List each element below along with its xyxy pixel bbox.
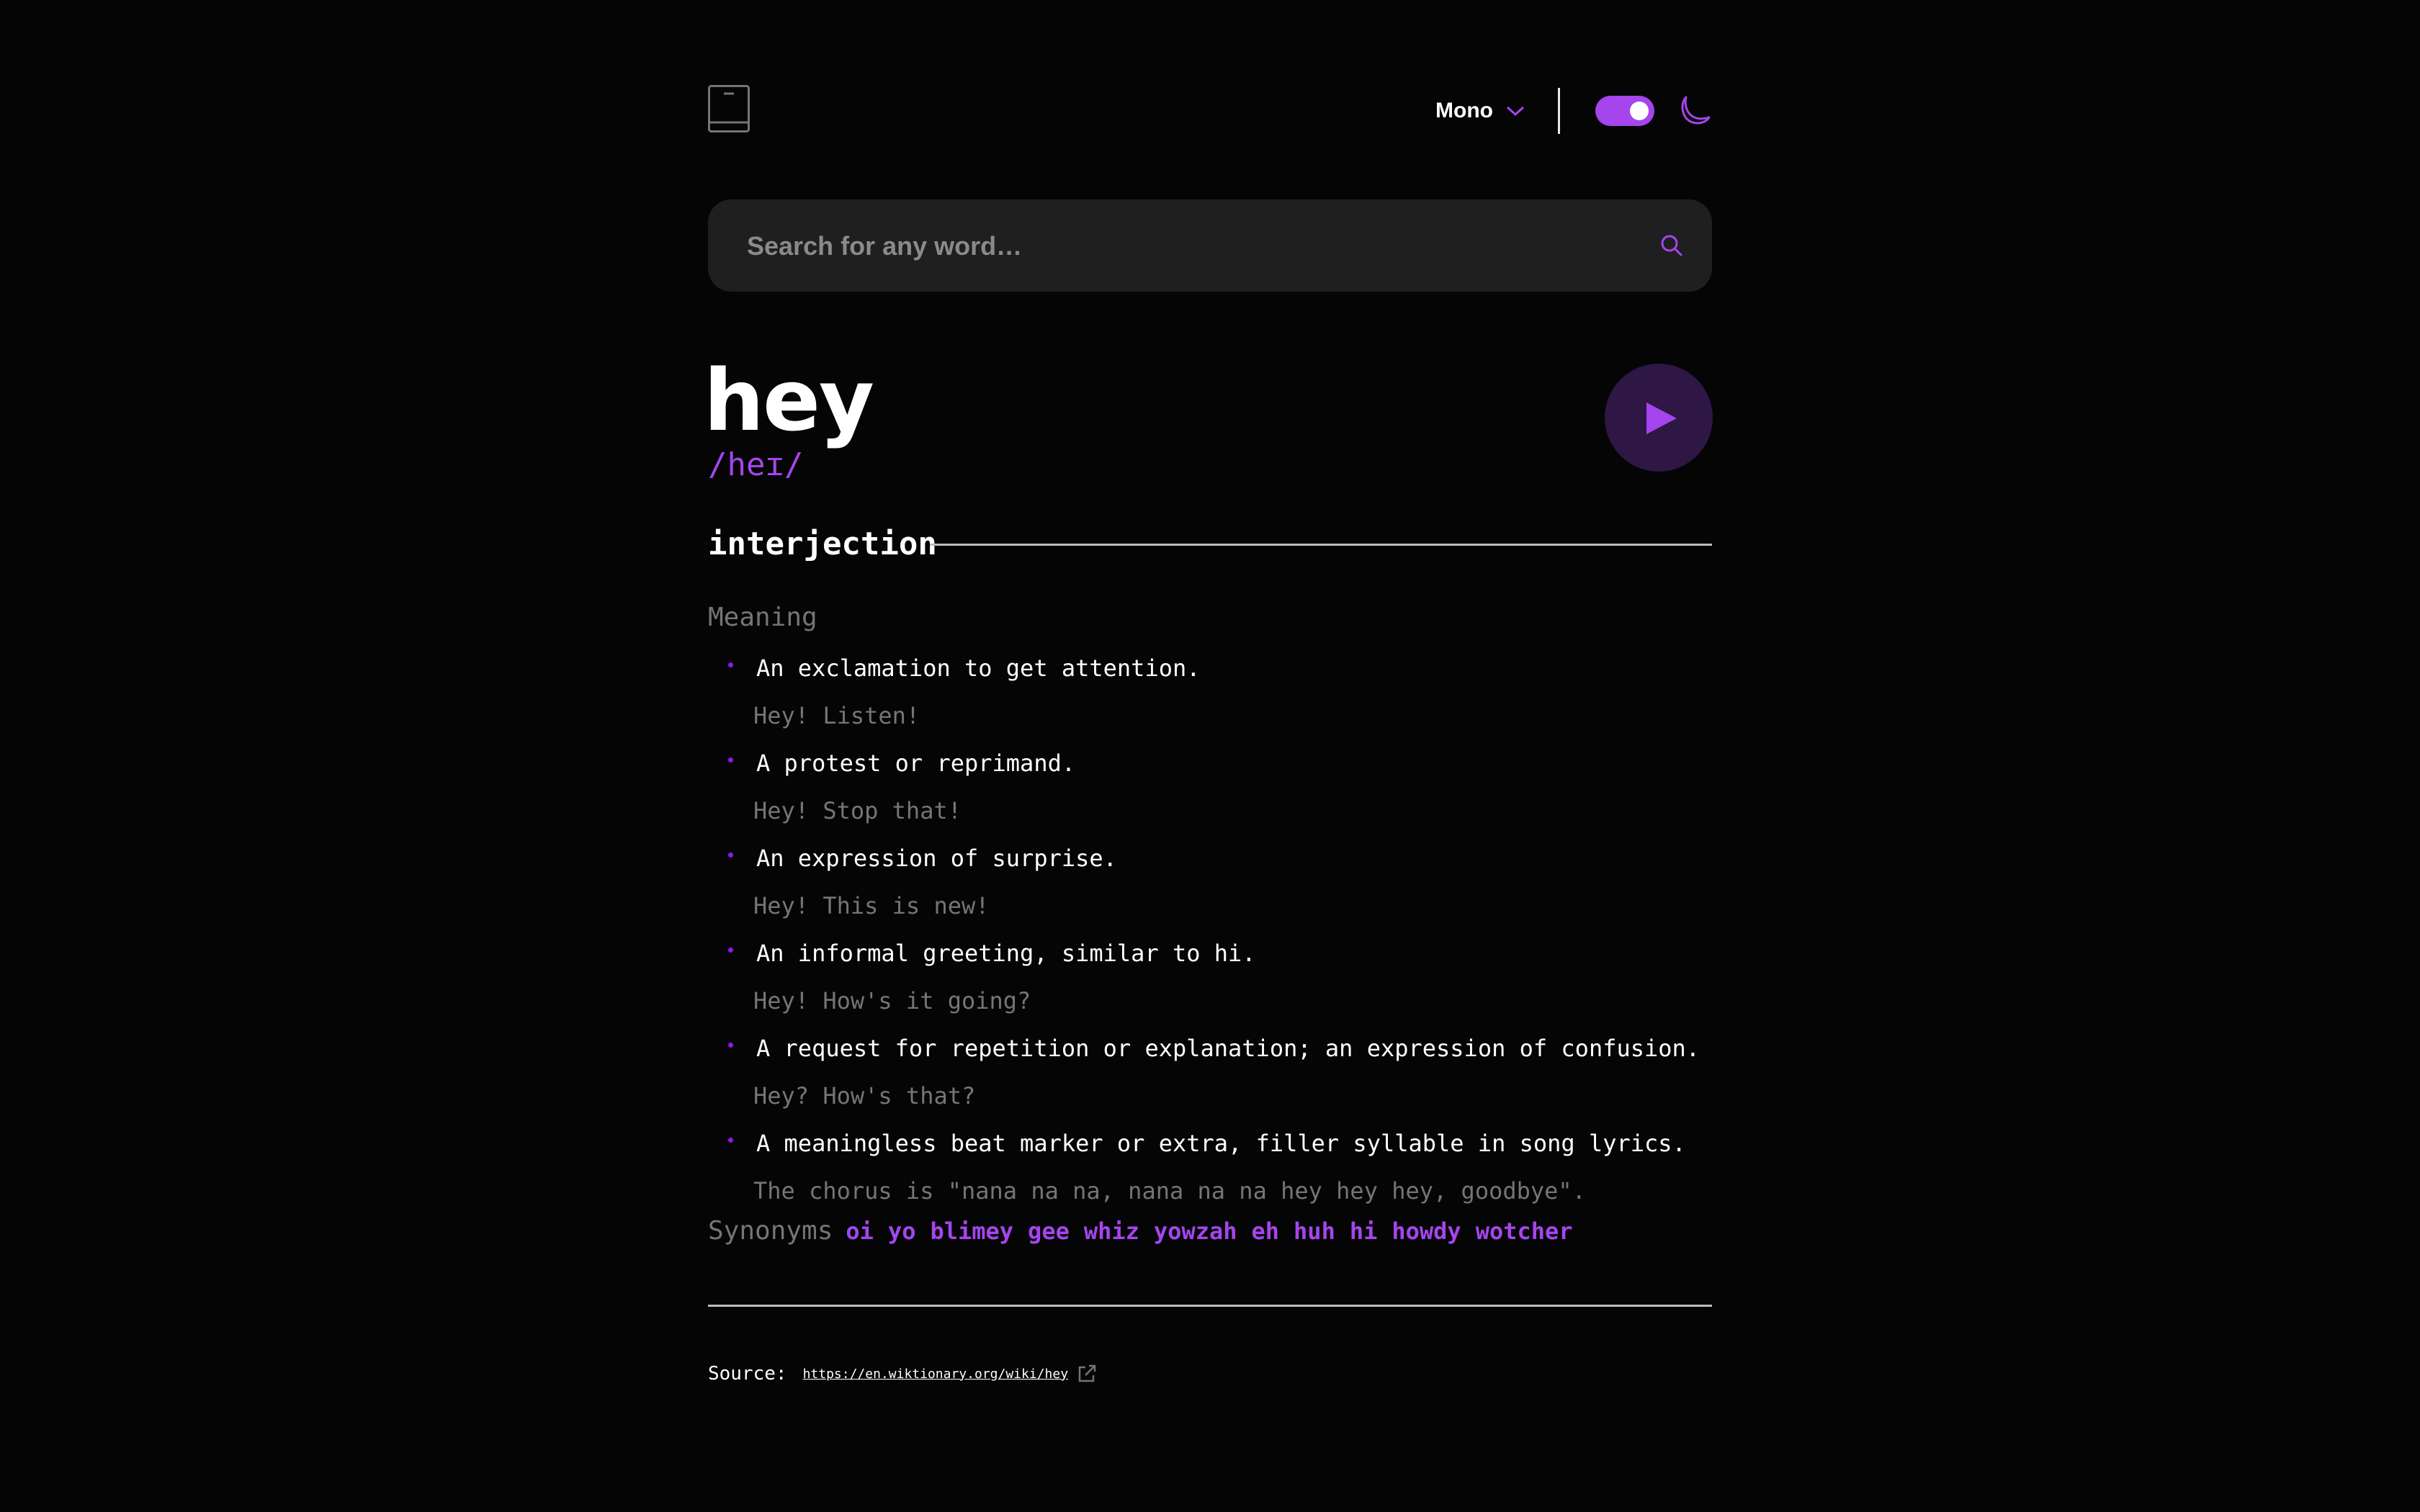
source-link[interactable]: https://en.wiktionary.org/wiki/hey [803,1367,1068,1382]
definition-text: An exclamation to get attention. [756,654,1201,682]
definition-text: A meaningless beat marker or extra, fill… [756,1130,1686,1157]
definition-item: A meaningless beat marker or extra, fill… [708,1120,1712,1215]
font-selector[interactable]: Mono [1435,96,1525,125]
synonym-link[interactable]: oi [846,1214,874,1248]
bullet [728,662,733,667]
definition-example: The chorus is "nana na na, nana na na he… [753,1177,1586,1205]
word-title: hey [704,351,874,450]
synonym-link[interactable]: yowzah [1154,1214,1237,1248]
bullet [728,1138,733,1143]
moon-icon[interactable] [1680,93,1713,126]
synonyms-label: Synonyms [708,1216,833,1246]
definition-text: An expression of surprise. [756,845,1117,872]
toggle-knob [1630,102,1649,120]
synonym-link[interactable]: hi [1350,1214,1378,1248]
play-icon [1646,402,1677,434]
synonym-link[interactable]: huh [1294,1214,1335,1248]
definition-example: Hey! Listen! [753,702,920,729]
external-link-icon[interactable] [1077,1364,1097,1384]
synonym-link[interactable]: wotcher [1476,1214,1573,1248]
definition-example: Hey! How's it going? [753,987,1031,1014]
definition-example: Hey! This is new! [753,892,990,919]
meaning-label: Meaning [708,603,817,632]
phonetic: /heɪ/ [708,446,804,483]
chevron-down-icon [1506,106,1524,117]
definition-list: An exclamation to get attention. Hey! Li… [708,645,1712,1215]
definition-item: A request for repetition or explanation;… [708,1025,1712,1120]
definition-text: A protest or reprimand. [756,750,1076,777]
synonym-link[interactable]: howdy [1392,1214,1461,1248]
bullet [728,757,733,762]
definition-item: A protest or reprimand. Hey! Stop that! [708,740,1712,835]
definition-text: An informal greeting, similar to hi. [756,940,1256,967]
search-bar [708,199,1712,293]
definition-item: An expression of surprise. Hey! This is … [708,835,1712,930]
synonym-link[interactable]: blimey [930,1214,1013,1248]
definition-item: An informal greeting, similar to hi. Hey… [708,930,1712,1025]
search-icon[interactable] [1659,233,1685,258]
definition-item: An exclamation to get attention. Hey! Li… [708,645,1712,740]
definition-example: Hey! Stop that! [753,797,962,824]
bullet [728,852,733,858]
bullet [728,948,733,953]
source-label: Source: [708,1363,787,1385]
book-icon[interactable] [708,85,750,132]
definition-text: A request for repetition or explanation;… [756,1035,1700,1062]
synonym-link[interactable]: whiz [1084,1214,1139,1248]
footer-divider [708,1305,1712,1307]
header-divider [1558,88,1560,134]
font-selector-label: Mono [1435,99,1493,122]
part-of-speech: interjection [708,526,937,562]
part-of-speech-divider [930,544,1712,546]
header: Mono [708,85,1712,135]
dictionary-app: Mono hey /heɪ/ interjection Meaning [704,0,1713,1512]
bullet [728,1043,733,1048]
play-pronunciation-button[interactable] [1605,364,1713,472]
synonym-link[interactable]: gee [1028,1214,1070,1248]
search-input[interactable] [745,199,1613,293]
synonym-link[interactable]: eh [1252,1214,1280,1248]
synonyms-row: Synonyms oi yo blimey gee whiz yowzah eh… [708,1214,1587,1248]
definition-example: Hey? How's that? [753,1082,976,1110]
synonym-link[interactable]: yo [888,1214,916,1248]
source-row: Source: https://en.wiktionary.org/wiki/h… [708,1363,1097,1385]
theme-toggle[interactable] [1595,96,1654,126]
